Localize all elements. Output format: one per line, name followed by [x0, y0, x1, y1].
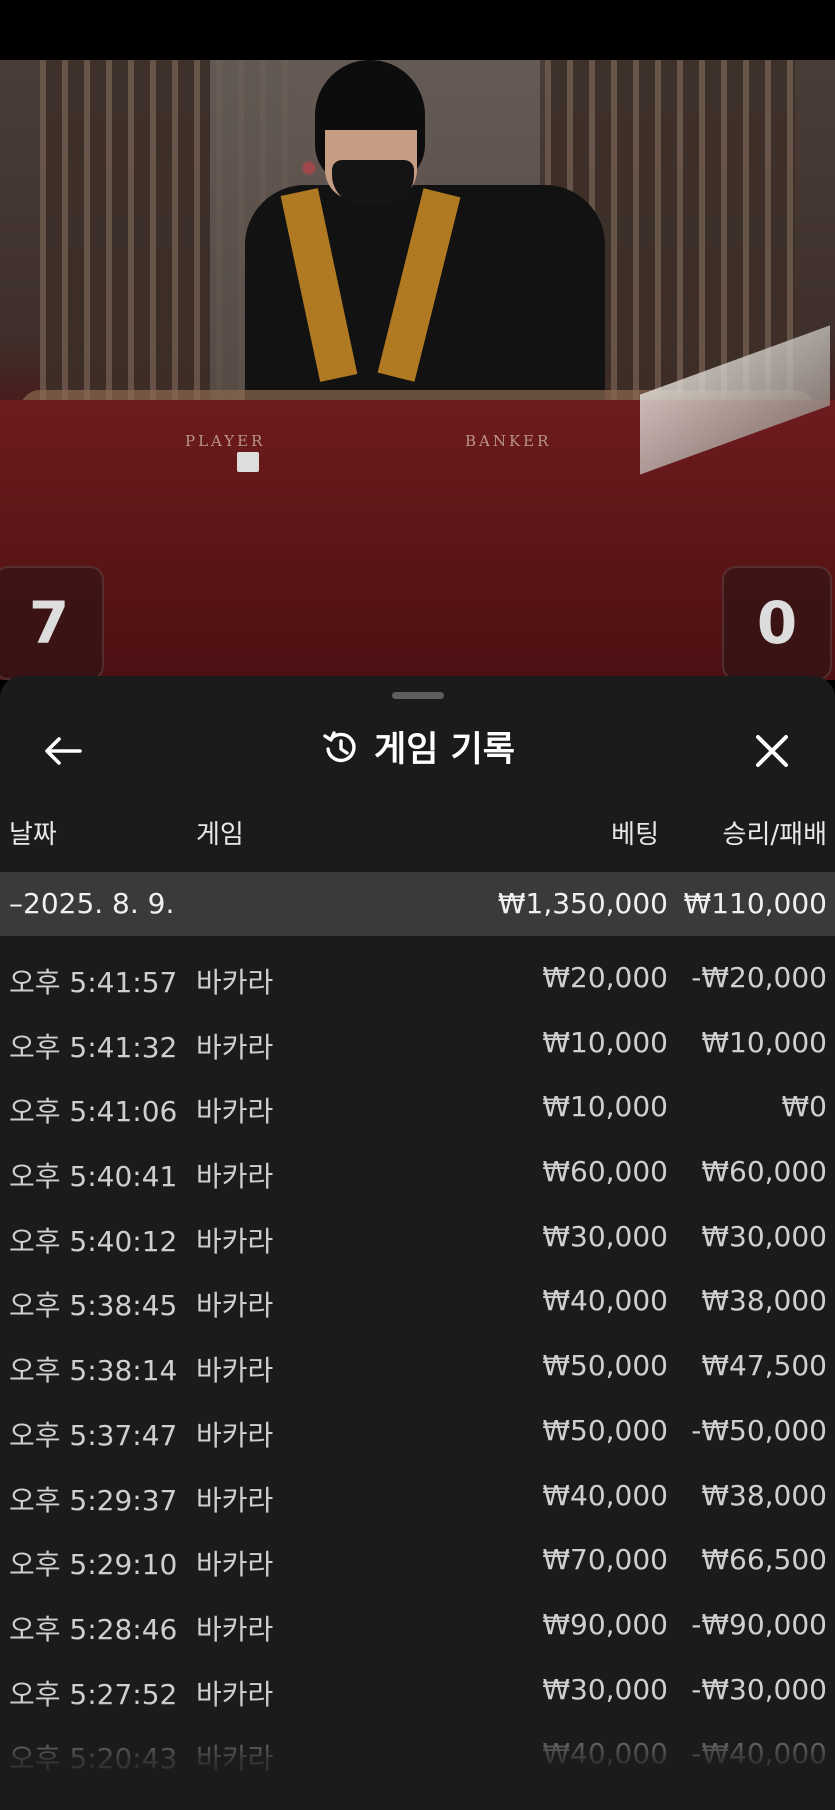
row-result: ₩38,000 — [701, 1478, 827, 1512]
row-game: 바카라 — [196, 1095, 274, 1129]
dealer-mask — [332, 160, 414, 205]
row-bet: ₩20,000 — [542, 961, 668, 994]
row-game: 바카라 — [196, 966, 274, 999]
table-label-player: PLAYER — [185, 432, 266, 450]
row-bet: ₩90,000 — [542, 1607, 668, 1641]
banker-score: 0 — [722, 566, 832, 680]
row-result: ₩60,000 — [701, 1155, 827, 1189]
column-header-result: 승리/패배 — [722, 820, 827, 850]
row-result: ₩66,500 — [701, 1543, 827, 1577]
row-bet: ₩70,000 — [542, 1543, 668, 1577]
row-bet: ₩30,000 — [542, 1672, 668, 1706]
row-time: 오후 5:37:47 — [9, 1418, 178, 1452]
history-row[interactable]: 오후 5:38:14 바카라 ₩50,000 ₩47,500 — [0, 1324, 835, 1389]
column-header-bet: 베팅 — [611, 820, 659, 850]
row-time: 오후 5:41:57 — [9, 966, 178, 999]
group-result-total: ₩110,000 — [683, 887, 827, 920]
row-time: 오후 5:41:32 — [9, 1030, 178, 1064]
history-row[interactable]: 오후 5:29:37 바카라 ₩40,000 ₩38,000 — [0, 1454, 835, 1519]
drag-handle[interactable] — [392, 692, 444, 699]
history-row[interactable]: 오후 5:20:43 바카라 ₩40,000 -₩40,000 — [0, 1712, 835, 1777]
row-bet: ₩10,000 — [542, 1090, 668, 1124]
row-time: 오후 5:41:06 — [9, 1095, 178, 1129]
row-time: 오후 5:40:41 — [9, 1160, 178, 1194]
row-bet: ₩40,000 — [542, 1737, 668, 1771]
history-row[interactable]: 오후 5:41:57 바카라 ₩20,000 -₩20,000 — [0, 936, 835, 1001]
playing-card — [237, 452, 259, 472]
sheet-header: 게임 기록 — [0, 710, 835, 790]
row-game: 바카라 — [196, 1030, 274, 1064]
row-result: ₩30,000 — [701, 1219, 827, 1253]
row-game: 바카라 — [196, 1354, 274, 1388]
history-row[interactable]: 오후 5:27:52 바카라 ₩30,000 -₩30,000 — [0, 1648, 835, 1713]
row-game: 바카라 — [196, 1160, 274, 1194]
row-bet: ₩30,000 — [542, 1219, 668, 1253]
history-row[interactable]: 오후 5:41:06 바카라 ₩10,000 ₩0 — [0, 1065, 835, 1130]
row-bet: ₩50,000 — [542, 1349, 668, 1383]
column-header-date: 날짜 — [9, 820, 57, 850]
row-result: -₩30,000 — [691, 1672, 827, 1706]
row-time: 오후 5:38:14 — [9, 1354, 178, 1388]
row-game: 바카라 — [196, 1224, 274, 1258]
column-headers: 날짜 게임 베팅 승리/패배 — [0, 806, 835, 856]
history-icon — [323, 731, 356, 763]
row-bet: ₩60,000 — [542, 1155, 668, 1189]
history-row[interactable]: 오후 5:40:12 바카라 ₩30,000 ₩30,000 — [0, 1195, 835, 1260]
close-icon — [756, 735, 788, 767]
history-row[interactable]: 오후 5:29:10 바카라 ₩70,000 ₩66,500 — [0, 1518, 835, 1583]
close-button[interactable] — [747, 726, 797, 776]
row-game: 바카라 — [196, 1418, 274, 1452]
history-row[interactable]: 오후 5:41:32 바카라 ₩10,000 ₩10,000 — [0, 1001, 835, 1066]
status-bar — [0, 0, 835, 60]
sheet-title: 게임 기록 — [0, 722, 835, 778]
row-result: ₩38,000 — [701, 1284, 827, 1318]
row-game: 바카라 — [196, 1612, 274, 1646]
row-time: 오후 5:38:45 — [9, 1289, 178, 1323]
row-game: 바카라 — [196, 1483, 274, 1517]
row-result: -₩40,000 — [691, 1737, 827, 1771]
row-game: 바카라 — [196, 1677, 274, 1711]
row-time: 오후 5:29:10 — [9, 1548, 178, 1582]
row-bet: ₩50,000 — [542, 1413, 668, 1447]
row-time: 오후 5:40:12 — [9, 1224, 178, 1258]
row-game: 바카라 — [196, 1289, 274, 1323]
row-result: ₩10,000 — [701, 1025, 827, 1059]
game-history-sheet: 게임 기록 날짜 게임 베팅 승리/패배 –2025. 8. 9. ₩1,350… — [0, 676, 835, 1810]
table-label-banker: BANKER — [465, 432, 552, 450]
history-row[interactable]: 오후 5:37:47 바카라 ₩50,000 -₩50,000 — [0, 1389, 835, 1454]
player-score: 7 — [0, 566, 104, 680]
row-bet: ₩40,000 — [542, 1478, 668, 1512]
row-result: -₩50,000 — [691, 1413, 827, 1447]
date-group-row[interactable]: –2025. 8. 9. ₩1,350,000 ₩110,000 — [0, 872, 835, 936]
history-list: 오후 5:41:57 바카라 ₩20,000 -₩20,000 오후 5:41:32 바카… — [0, 936, 835, 1777]
row-result: ₩0 — [781, 1090, 828, 1124]
row-game: 바카라 — [196, 1548, 274, 1582]
row-result: ₩47,500 — [701, 1349, 827, 1383]
history-row[interactable]: 오후 5:28:46 바카라 ₩90,000 -₩90,000 — [0, 1583, 835, 1648]
history-row[interactable]: 오후 5:40:41 바카라 ₩60,000 ₩60,000 — [0, 1130, 835, 1195]
column-header-game: 게임 — [196, 820, 244, 850]
group-bet-total: ₩1,350,000 — [497, 887, 668, 920]
row-game: 바카라 — [196, 1742, 274, 1776]
row-result: -₩20,000 — [691, 961, 827, 994]
row-time: 오후 5:29:37 — [9, 1483, 178, 1517]
group-date: –2025. 8. 9. — [9, 887, 175, 920]
history-row[interactable]: 오후 5:38:45 바카라 ₩40,000 ₩38,000 — [0, 1259, 835, 1324]
title-text: 게임 기록 — [374, 730, 515, 770]
row-result: -₩90,000 — [691, 1607, 827, 1641]
live-video-feed: PLAYER BANKER 7 0 — [0, 60, 835, 680]
row-bet: ₩40,000 — [542, 1284, 668, 1318]
row-time: 오후 5:27:52 — [9, 1677, 178, 1711]
row-time: 오후 5:28:46 — [9, 1612, 178, 1646]
row-time: 오후 5:20:43 — [9, 1742, 178, 1776]
row-bet: ₩10,000 — [542, 1025, 668, 1059]
